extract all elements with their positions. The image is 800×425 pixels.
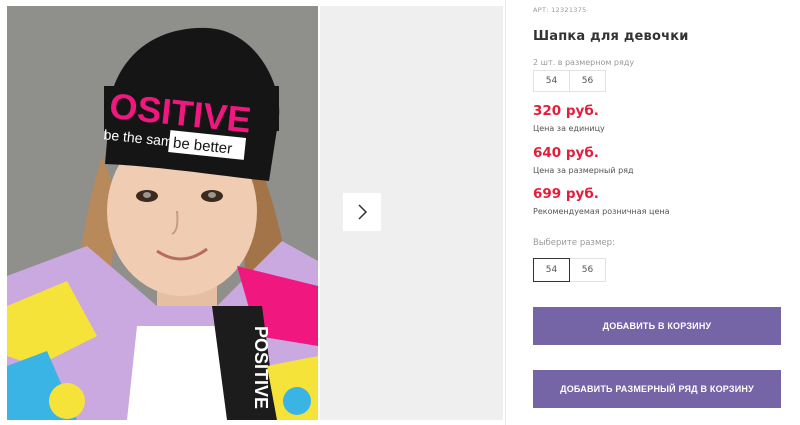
size-set-56: 56 (569, 70, 606, 92)
next-image-button[interactable] (343, 193, 381, 231)
retail-price-note: Рекомендуемая розничная цена (533, 207, 670, 216)
size-option-54[interactable]: 54 (533, 258, 570, 282)
product-photo[interactable]: OSITIVE be the same be better POSITIVE (7, 6, 318, 420)
size-picker: 54 56 (533, 258, 606, 282)
set-price-note: Цена за размерный ряд (533, 166, 634, 175)
retail-price: 699 руб. (533, 186, 599, 202)
product-gallery: OSITIVE be the same be better POSITIVE (0, 0, 506, 425)
unit-price-note: Цена за единицу (533, 124, 605, 133)
product-photo-illustration: OSITIVE be the same be better POSITIVE (7, 6, 318, 420)
product-title: Шапка для девочки (533, 29, 689, 44)
choose-size-label: Выберите размер: (533, 238, 615, 248)
size-option-56[interactable]: 56 (569, 258, 606, 282)
size-set-row: 54 56 (533, 70, 606, 92)
set-price: 640 руб. (533, 145, 599, 161)
add-size-set-to-cart-button[interactable]: ДОБАВИТЬ РАЗМЕРНЫЙ РЯД В КОРЗИНУ (533, 370, 781, 408)
size-set-label: 2 шт. в размерном ряду (533, 58, 635, 67)
size-set-54: 54 (533, 70, 570, 92)
article-number: АРТ: 12321375 (533, 6, 587, 14)
add-to-cart-button[interactable]: ДОБАВИТЬ В КОРЗИНУ (533, 307, 781, 345)
chevron-right-icon (358, 204, 368, 220)
unit-price: 320 руб. (533, 103, 599, 119)
